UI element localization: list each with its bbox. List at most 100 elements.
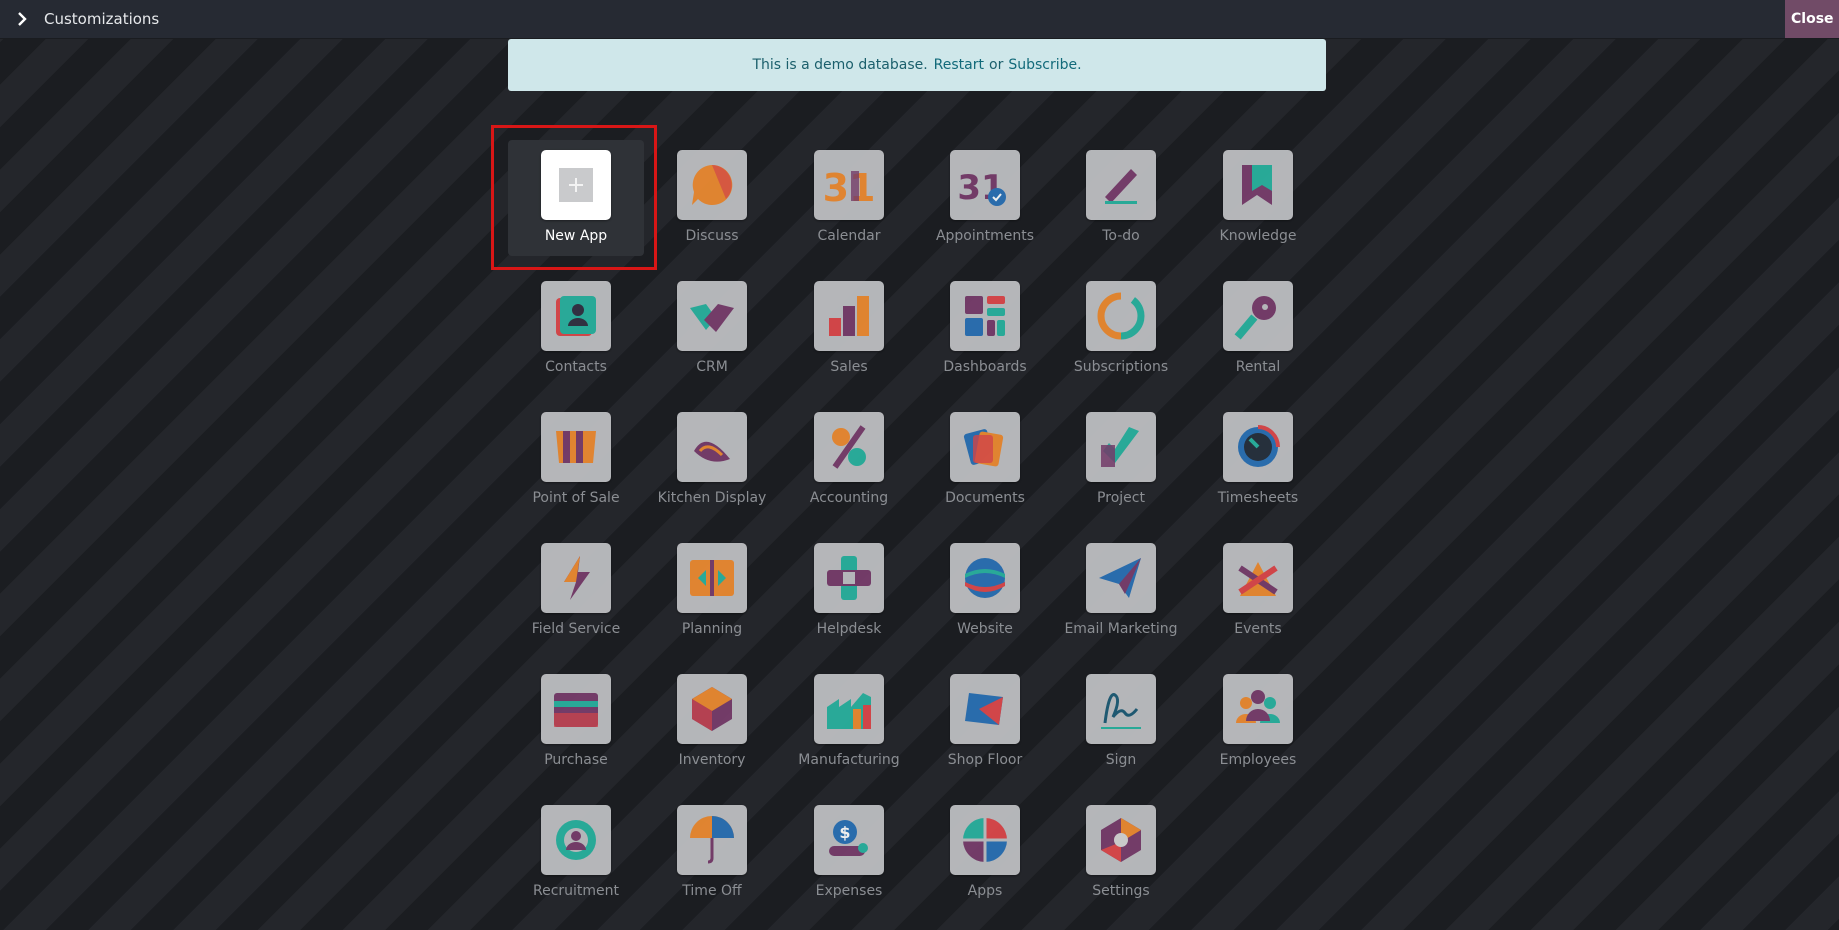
accounting-icon: [814, 412, 884, 482]
app-label: Employees: [1219, 752, 1297, 768]
app-recruitment[interactable]: Recruitment: [508, 795, 644, 911]
app-website[interactable]: Website: [917, 533, 1053, 649]
app-calendar[interactable]: 31 Calendar: [781, 140, 917, 256]
app-label: Purchase: [544, 752, 608, 768]
crm-icon: [677, 281, 747, 351]
app-label: Recruitment: [532, 883, 620, 899]
app-discuss[interactable]: Discuss: [644, 140, 780, 256]
sign-icon: [1086, 674, 1156, 744]
app-events[interactable]: Events: [1190, 533, 1326, 649]
app-field-service[interactable]: Field Service: [508, 533, 644, 649]
app-label: Accounting: [809, 490, 889, 506]
shop-floor-icon: [950, 674, 1020, 744]
app-shop-floor[interactable]: Shop Floor: [917, 664, 1053, 780]
app-contacts[interactable]: Contacts: [508, 271, 644, 387]
app-employees[interactable]: Employees: [1190, 664, 1326, 780]
app-manufacturing[interactable]: Manufacturing: [781, 664, 917, 780]
to-do-icon: [1086, 150, 1156, 220]
plus-icon-box: [559, 168, 593, 202]
dashboards-icon: [950, 281, 1020, 351]
app-label: Shop Floor: [947, 752, 1023, 768]
settings-icon: [1086, 805, 1156, 875]
app-label: Subscriptions: [1073, 359, 1169, 375]
purchase-icon: [541, 674, 611, 744]
svg-text:31: 31: [823, 166, 875, 210]
app-knowledge[interactable]: Knowledge: [1190, 140, 1326, 256]
app-label: Point of Sale: [532, 490, 620, 506]
app-new-app[interactable]: New App: [508, 140, 644, 256]
app-label: Time Off: [682, 883, 742, 899]
calendar-icon: 31: [814, 150, 884, 220]
app-label: Appointments: [935, 228, 1035, 244]
point-of-sale-icon: [541, 412, 611, 482]
apps-icon: [950, 805, 1020, 875]
svg-text:$: $: [839, 823, 850, 842]
app-label: Knowledge: [1219, 228, 1297, 244]
helpdesk-icon: [814, 543, 884, 613]
app-sales[interactable]: Sales: [781, 271, 917, 387]
app-label: Dashboards: [943, 359, 1027, 375]
app-apps[interactable]: Apps: [917, 795, 1053, 911]
expenses-icon: $: [814, 805, 884, 875]
app-point-of-sale[interactable]: Point of Sale: [508, 402, 644, 518]
timesheets-icon: [1223, 412, 1293, 482]
app-dashboards[interactable]: Dashboards: [917, 271, 1053, 387]
subscriptions-icon: [1086, 281, 1156, 351]
app-label: Events: [1234, 621, 1282, 637]
app-label: Settings: [1092, 883, 1150, 899]
app-rental[interactable]: Rental: [1190, 271, 1326, 387]
app-label: Timesheets: [1217, 490, 1299, 506]
time-off-icon: [677, 805, 747, 875]
app-kitchen-display[interactable]: Kitchen Display: [644, 402, 780, 518]
employees-icon: [1223, 674, 1293, 744]
app-to-do[interactable]: To-do: [1053, 140, 1189, 256]
app-helpdesk[interactable]: Helpdesk: [781, 533, 917, 649]
app-label: Project: [1097, 490, 1145, 506]
project-icon: [1086, 412, 1156, 482]
app-label: Expenses: [815, 883, 883, 899]
app-label: New App: [544, 228, 608, 244]
app-purchase[interactable]: Purchase: [508, 664, 644, 780]
app-label: To-do: [1102, 228, 1140, 244]
discuss-icon: [677, 150, 747, 220]
contacts-icon: [541, 281, 611, 351]
app-email-marketing[interactable]: Email Marketing: [1053, 533, 1189, 649]
documents-icon: [950, 412, 1020, 482]
inventory-icon: [677, 674, 747, 744]
app-project[interactable]: Project: [1053, 402, 1189, 518]
app-accounting[interactable]: Accounting: [781, 402, 917, 518]
app-label: Manufacturing: [798, 752, 900, 768]
app-label: Planning: [681, 621, 743, 637]
app-label: Discuss: [685, 228, 739, 244]
email-marketing-icon: [1086, 543, 1156, 613]
app-expenses[interactable]: $ Expenses: [781, 795, 917, 911]
app-grid: New App Discuss 31 Calendar 31 Appointments To…: [0, 0, 1839, 930]
app-planning[interactable]: Planning: [644, 533, 780, 649]
field-service-icon: [541, 543, 611, 613]
app-label: Calendar: [817, 228, 881, 244]
app-time-off[interactable]: Time Off: [644, 795, 780, 911]
sales-icon: [814, 281, 884, 351]
app-documents[interactable]: Documents: [917, 402, 1053, 518]
plus-icon: [541, 150, 611, 220]
app-settings[interactable]: Settings: [1053, 795, 1189, 911]
events-icon: [1223, 543, 1293, 613]
website-icon: [950, 543, 1020, 613]
planning-icon: [677, 543, 747, 613]
app-label: Helpdesk: [816, 621, 882, 637]
app-inventory[interactable]: Inventory: [644, 664, 780, 780]
recruitment-icon: [541, 805, 611, 875]
app-timesheets[interactable]: Timesheets: [1190, 402, 1326, 518]
app-crm[interactable]: CRM: [644, 271, 780, 387]
app-appointments[interactable]: 31 Appointments: [917, 140, 1053, 256]
knowledge-icon: [1223, 150, 1293, 220]
kitchen-display-icon: [677, 412, 747, 482]
app-label: Sign: [1105, 752, 1137, 768]
app-label: Field Service: [531, 621, 621, 637]
app-subscriptions[interactable]: Subscriptions: [1053, 271, 1189, 387]
manufacturing-icon: [814, 674, 884, 744]
app-sign[interactable]: Sign: [1053, 664, 1189, 780]
app-label: Documents: [945, 490, 1025, 506]
appointments-icon: 31: [950, 150, 1020, 220]
app-label: Apps: [967, 883, 1003, 899]
